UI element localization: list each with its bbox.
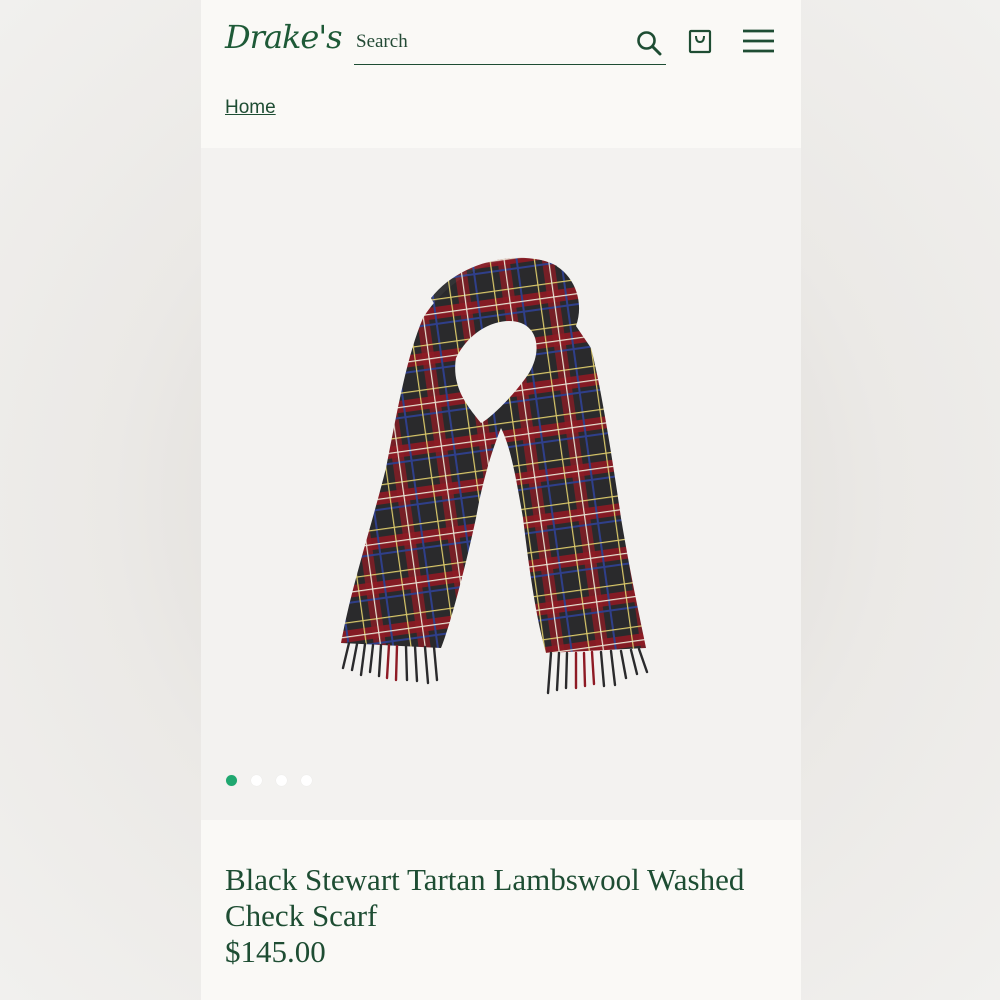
- brand-logo[interactable]: Drake's: [225, 18, 343, 56]
- breadcrumb-home-link[interactable]: Home: [225, 97, 276, 119]
- product-price: $145.00: [225, 934, 326, 969]
- search-input[interactable]: [354, 26, 618, 58]
- carousel-dot-2[interactable]: [251, 775, 262, 786]
- search-icon[interactable]: [636, 30, 662, 56]
- product-page: Drake's Home: [201, 0, 801, 1000]
- product-info: Black Stewart Tartan Lambswool Washed Ch…: [201, 820, 801, 1000]
- product-image: [341, 257, 649, 695]
- carousel-dot-4[interactable]: [301, 775, 312, 786]
- carousel-dot-3[interactable]: [276, 775, 287, 786]
- carousel-dot-1[interactable]: [226, 775, 237, 786]
- shopping-bag-icon[interactable]: [688, 28, 712, 54]
- product-image-gallery[interactable]: [201, 148, 801, 820]
- site-header: Drake's Home: [201, 0, 801, 148]
- search-bar: [354, 22, 666, 65]
- hamburger-menu-icon[interactable]: [742, 28, 775, 54]
- product-title: Black Stewart Tartan Lambswool Washed Ch…: [225, 862, 745, 933]
- carousel-pagination: [226, 773, 326, 786]
